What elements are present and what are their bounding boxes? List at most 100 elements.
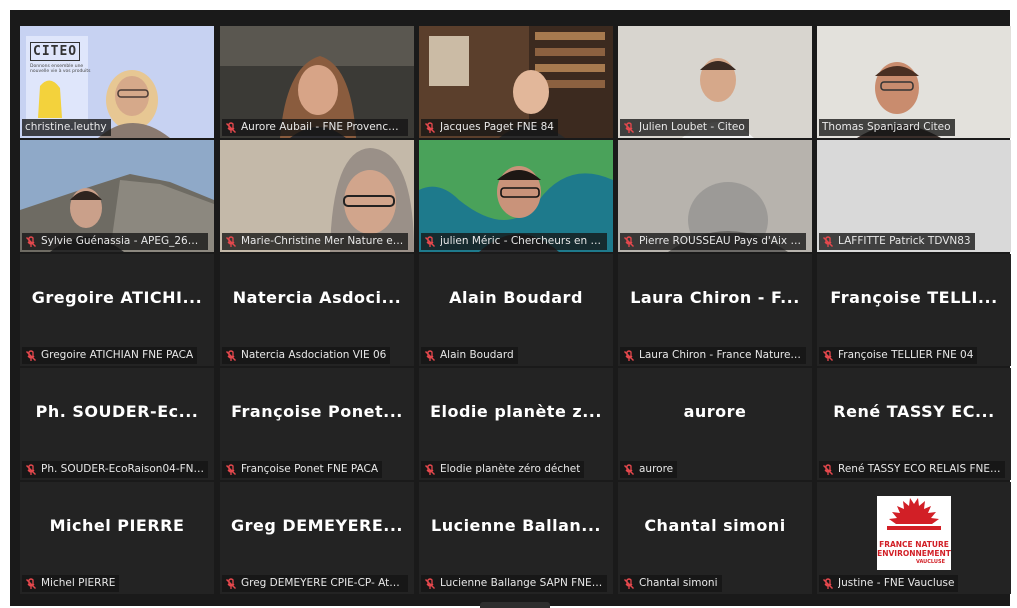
fne-leaf-icon bbox=[887, 498, 941, 530]
participant-center-name: aurore bbox=[683, 401, 747, 421]
participant-tile[interactable]: aurore aurore bbox=[618, 368, 812, 480]
mic-muted-icon bbox=[823, 577, 833, 589]
mic-muted-icon bbox=[425, 463, 435, 475]
participant-center-name: Michel PIERRE bbox=[49, 515, 185, 535]
participant-name-tag: julien Méric - Chercheurs en he... bbox=[421, 233, 607, 250]
participant-name: Greg DEMEYERE CPIE-CP- Ateli... bbox=[241, 577, 404, 589]
participant-name-tag: aurore bbox=[620, 461, 678, 478]
participant-tile[interactable]: Chantal simoni Chantal simoni bbox=[618, 482, 812, 594]
mic-muted-icon bbox=[26, 577, 36, 589]
participant-name: Ph. SOUDER-EcoRaison04-FNE... bbox=[41, 463, 204, 475]
participant-center-name: Natercia Asdoci... bbox=[232, 287, 402, 307]
participant-name-tag: Françoise TELLIER FNE 04 bbox=[819, 347, 978, 364]
participant-name: Françoise Ponet FNE PACA bbox=[241, 463, 379, 475]
participant-name: julien Méric - Chercheurs en he... bbox=[440, 235, 603, 247]
participant-name: Michel PIERRE bbox=[41, 577, 116, 589]
participant-center-name: Laura Chiron - F... bbox=[630, 287, 800, 307]
mic-muted-icon bbox=[823, 349, 833, 361]
participant-name-tag: Ph. SOUDER-EcoRaison04-FNE... bbox=[22, 461, 208, 478]
mic-muted-icon bbox=[26, 235, 36, 247]
participant-name-tag: René TASSY ECO RELAIS FNE P... bbox=[819, 461, 1005, 478]
participant-name: Sylvie Guénassia - APEG_2623... bbox=[41, 235, 204, 247]
participant-tile[interactable]: Jacques Paget FNE 84 bbox=[419, 26, 613, 138]
participant-name: Jacques Paget FNE 84 bbox=[440, 121, 554, 133]
participant-name: LAFFITTE Patrick TDVN83 bbox=[838, 235, 971, 247]
mic-muted-icon bbox=[624, 235, 634, 247]
participant-name: Laura Chiron - France Nature E... bbox=[639, 349, 802, 361]
participant-tile[interactable]: Aurore Aubail - FNE Provence-... bbox=[220, 26, 414, 138]
participant-center-name: Chantal simoni bbox=[644, 515, 786, 535]
mic-muted-icon bbox=[624, 463, 634, 475]
mic-muted-icon bbox=[226, 349, 236, 361]
participant-name-tag: Alain Boudard bbox=[421, 347, 518, 364]
participant-tile[interactable]: Ph. SOUDER-Ec... Ph. SOUDER-EcoRaison04-… bbox=[20, 368, 214, 480]
participant-center-name: Alain Boudard bbox=[449, 287, 583, 307]
participant-tile[interactable]: Laura Chiron - F... Laura Chiron - Franc… bbox=[618, 254, 812, 366]
meeting-gallery: CITEO Donnons ensemble une nouvelle vie … bbox=[10, 10, 1011, 608]
mic-muted-icon bbox=[624, 577, 634, 589]
participant-name-tag: Jacques Paget FNE 84 bbox=[421, 119, 558, 136]
participant-center-name: Françoise Ponet... bbox=[231, 401, 403, 421]
participant-name-tag: Aurore Aubail - FNE Provence-... bbox=[222, 119, 408, 136]
mic-muted-icon bbox=[624, 349, 634, 361]
participant-tile[interactable]: Françoise Ponet... Françoise Ponet FNE P… bbox=[220, 368, 414, 480]
participant-name-tag: Elodie planète zéro déchet bbox=[421, 461, 585, 478]
participant-center-name: Françoise TELLI... bbox=[830, 287, 998, 307]
participant-tile[interactable]: Sylvie Guénassia - APEG_2623... bbox=[20, 140, 214, 252]
participant-name-tag: Pierre ROUSSEAU Pays d'Aix Ec... bbox=[620, 233, 806, 250]
participant-name: Elodie planète zéro déchet bbox=[440, 463, 581, 475]
participant-tile[interactable]: Marie-Christine Mer Nature et ... bbox=[220, 140, 414, 252]
mic-muted-icon bbox=[226, 577, 236, 589]
toolbar-handle[interactable] bbox=[480, 602, 550, 608]
participant-tile[interactable]: Thomas Spanjaard Citeo bbox=[817, 26, 1011, 138]
participant-tile[interactable]: Alain Boudard Alain Boudard bbox=[419, 254, 613, 366]
mic-muted-icon bbox=[425, 577, 435, 589]
participant-tile[interactable]: Lucienne Ballan... Lucienne Ballange SAP… bbox=[419, 482, 613, 594]
participant-name: christine.leuthy bbox=[25, 121, 107, 133]
participant-tile[interactable]: LAFFITTE Patrick TDVN83 bbox=[817, 140, 1011, 252]
participant-center-name: René TASSY EC... bbox=[833, 401, 995, 421]
participant-tile[interactable]: Pierre ROUSSEAU Pays d'Aix Ec... bbox=[618, 140, 812, 252]
participant-name-tag: Greg DEMEYERE CPIE-CP- Ateli... bbox=[222, 575, 408, 592]
participant-tile[interactable]: Greg DEMEYERE... Greg DEMEYERE CPIE-CP- … bbox=[220, 482, 414, 594]
participant-name: Alain Boudard bbox=[440, 349, 514, 361]
participant-name-tag: Sylvie Guénassia - APEG_2623... bbox=[22, 233, 208, 250]
participant-tile[interactable]: FRANCE NATURE ENVIRONNEMENT VAUCLUSE Jus… bbox=[817, 482, 1011, 594]
mic-muted-icon bbox=[226, 235, 236, 247]
participant-name: Gregoire ATICHIAN FNE PACA bbox=[41, 349, 194, 361]
participant-tile[interactable]: Julien Loubet - Citeo bbox=[618, 26, 812, 138]
participant-name-tag: Françoise Ponet FNE PACA bbox=[222, 461, 383, 478]
participant-name-tag: Julien Loubet - Citeo bbox=[620, 119, 749, 136]
participant-tile[interactable]: Gregoire ATICHI... Gregoire ATICHIAN FNE… bbox=[20, 254, 214, 366]
participant-tile[interactable]: René TASSY EC... René TASSY ECO RELAIS F… bbox=[817, 368, 1011, 480]
participant-name: Marie-Christine Mer Nature et ... bbox=[241, 235, 404, 247]
participant-name-tag: Michel PIERRE bbox=[22, 575, 120, 592]
participant-name-tag: Thomas Spanjaard Citeo bbox=[819, 119, 955, 136]
participant-tile[interactable]: Michel PIERRE Michel PIERRE bbox=[20, 482, 214, 594]
mic-muted-icon bbox=[226, 121, 236, 133]
participant-name-tag: Natercia Asdociation VIE 06 bbox=[222, 347, 391, 364]
participant-name: aurore bbox=[639, 463, 674, 475]
participant-name: Julien Loubet - Citeo bbox=[639, 121, 745, 133]
participant-name: René TASSY ECO RELAIS FNE P... bbox=[838, 463, 1001, 475]
mic-muted-icon bbox=[26, 463, 36, 475]
participant-name-tag: Marie-Christine Mer Nature et ... bbox=[222, 233, 408, 250]
mic-muted-icon bbox=[624, 121, 634, 133]
participant-name: Françoise TELLIER FNE 04 bbox=[838, 349, 974, 361]
mic-muted-icon bbox=[823, 235, 833, 247]
mic-muted-icon bbox=[26, 349, 36, 361]
fne-vaucluse-logo: FRANCE NATURE ENVIRONNEMENT VAUCLUSE bbox=[877, 496, 951, 570]
participant-name-tag: Gregoire ATICHIAN FNE PACA bbox=[22, 347, 198, 364]
participant-tile[interactable]: Natercia Asdoci... Natercia Asdociation … bbox=[220, 254, 414, 366]
mic-muted-icon bbox=[823, 463, 833, 475]
participant-tile[interactable]: CITEO Donnons ensemble une nouvelle vie … bbox=[20, 26, 214, 138]
mic-muted-icon bbox=[425, 349, 435, 361]
citeo-logo: CITEO Donnons ensemble une nouvelle vie … bbox=[30, 42, 91, 74]
participant-tile[interactable]: julien Méric - Chercheurs en he... bbox=[419, 140, 613, 252]
participant-tile[interactable]: Françoise TELLI... Françoise TELLIER FNE… bbox=[817, 254, 1011, 366]
participant-center-name: Elodie planète z... bbox=[430, 401, 602, 421]
participant-name-tag: Justine - FNE Vaucluse bbox=[819, 575, 959, 592]
participant-name: Thomas Spanjaard Citeo bbox=[822, 121, 951, 133]
participant-name: Pierre ROUSSEAU Pays d'Aix Ec... bbox=[639, 235, 802, 247]
participant-tile[interactable]: Elodie planète z... Elodie planète zéro … bbox=[419, 368, 613, 480]
